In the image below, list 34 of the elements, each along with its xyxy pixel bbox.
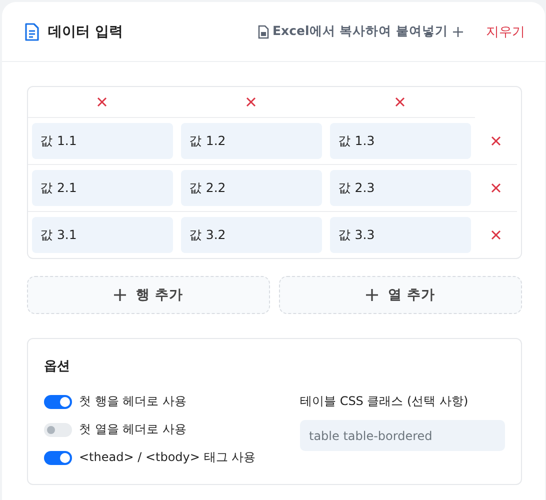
toggle-switch[interactable]: [44, 422, 72, 436]
toggle-switch[interactable]: [44, 394, 72, 408]
plus-icon: [366, 289, 378, 301]
css-class-field[interactable]: table table-bordered: [300, 420, 505, 451]
paste-excel-button[interactable]: Excel에서 복사하여 붙여넣기: [258, 23, 464, 40]
cell-input[interactable]: 값 1.3: [330, 123, 471, 159]
cell-input[interactable]: 값 1.1: [32, 123, 173, 159]
cell-input[interactable]: 값 2.3: [330, 170, 471, 206]
toggle-label: 첫 열을 헤더로 사용: [79, 421, 186, 438]
clear-button[interactable]: 지우기: [486, 22, 525, 40]
cell-input[interactable]: 값 3.1: [32, 217, 173, 253]
remove-column-button[interactable]: [395, 97, 406, 107]
plus-icon: [114, 289, 126, 301]
cell-input[interactable]: 값 1.2: [180, 123, 322, 159]
add-row-button[interactable]: 행 추가: [27, 276, 270, 314]
field-label: 테이블 CSS 클래스 (선택 사항): [300, 393, 470, 410]
toggle-label: 첫 행을 헤더로 사용: [79, 393, 186, 410]
cell-input[interactable]: 값 2.2: [180, 170, 322, 206]
cell-input[interactable]: 값 3.2: [180, 217, 322, 253]
cell-input[interactable]: 값 3.3: [330, 217, 471, 253]
remove-column-button[interactable]: [97, 97, 108, 107]
remove-column-button[interactable]: [246, 97, 256, 107]
remove-row-button[interactable]: [490, 230, 501, 240]
plus-icon: [452, 26, 464, 38]
spreadsheet-file-icon: [258, 24, 269, 38]
toggle-label: <thead> / <tbody> 태그 사용: [79, 449, 256, 466]
document-icon: [24, 22, 40, 40]
options-title: 옵션: [44, 358, 71, 375]
panel-title: 데이터 입력: [48, 22, 123, 40]
toggle-switch[interactable]: [44, 450, 72, 464]
add-column-button[interactable]: 열 추가: [279, 276, 522, 314]
cell-input[interactable]: 값 2.1: [32, 170, 173, 206]
remove-row-button[interactable]: [490, 183, 501, 193]
remove-row-button[interactable]: [490, 136, 501, 146]
